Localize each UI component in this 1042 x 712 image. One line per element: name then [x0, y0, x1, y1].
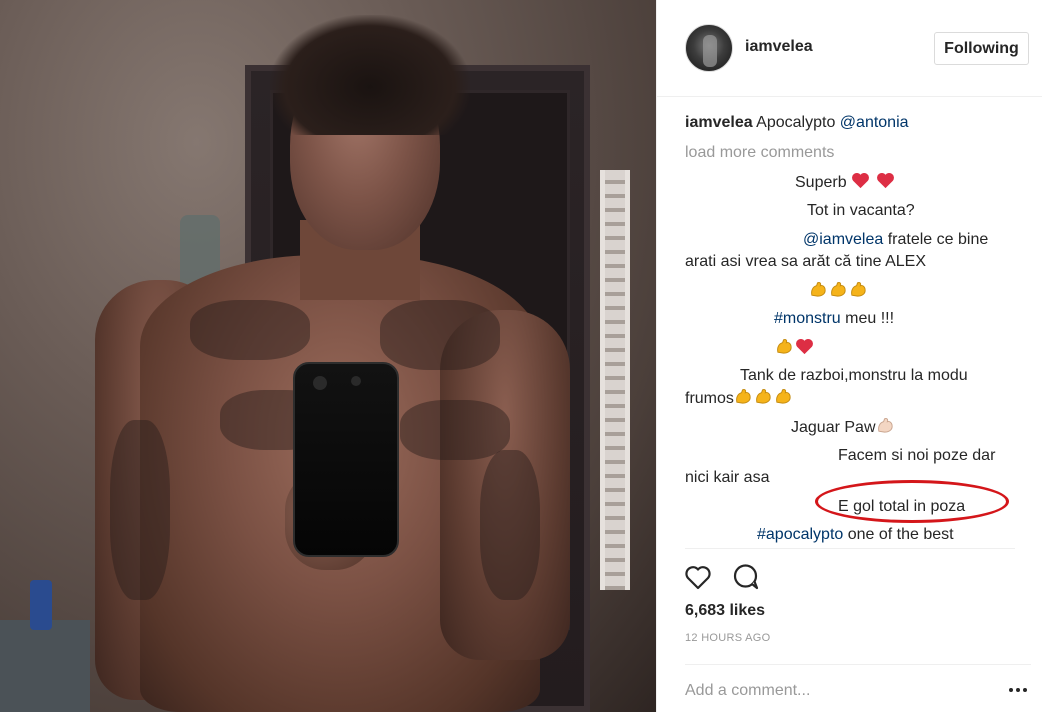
add-comment-input[interactable] [685, 678, 985, 704]
comment-text: Tot in vacanta? [807, 202, 915, 219]
comment-bubble-icon [733, 564, 759, 590]
heart-outline-icon [685, 566, 711, 590]
photo-tattoo [380, 300, 500, 370]
list-item: arati asi vrea sa arăt că tine ALEX [685, 251, 926, 273]
likes-count[interactable]: 6,683 likes [685, 602, 765, 620]
list-item: #monstru meu !!! [774, 308, 894, 330]
like-button[interactable] [683, 562, 713, 592]
flexed-biceps-icon [775, 337, 794, 356]
photo-hair [270, 15, 470, 135]
list-item: Superb [795, 171, 896, 194]
comment-button[interactable] [731, 562, 761, 592]
caption: iamvelea Apocalypto @antonia [685, 112, 909, 134]
post-username[interactable]: iamvelea [745, 38, 813, 56]
list-item: nici kair asa [685, 467, 769, 489]
load-more-comments-link[interactable]: load more comments [685, 142, 834, 164]
comment-text: nici kair asa [685, 469, 770, 486]
list-item: Tank de razboi,monstru la modu [740, 365, 968, 387]
ellipsis-icon [1009, 688, 1013, 692]
list-item [775, 337, 815, 360]
flexed-biceps-icon [829, 280, 848, 299]
photo-tattoo [110, 420, 170, 600]
flexed-biceps-icon [809, 280, 828, 299]
list-item: Facem si noi poze dar [838, 445, 995, 467]
post-photo[interactable] [0, 0, 656, 712]
comment-text: meu !!! [845, 310, 895, 327]
photo-radiator [600, 170, 630, 590]
flexed-biceps-icon [849, 280, 868, 299]
comment-hashtag[interactable]: #monstru [774, 310, 841, 327]
heart-icon [851, 171, 870, 190]
list-item [809, 280, 869, 303]
list-item: @iamvelea fratele ce bine [803, 229, 988, 251]
photo-tattoo [190, 300, 310, 360]
following-button[interactable]: Following [934, 32, 1029, 65]
flexed-biceps-light-icon [876, 416, 895, 435]
photo-tattoo [480, 450, 540, 600]
more-options-button[interactable] [1005, 680, 1031, 700]
post-timestamp[interactable]: 12 HOURS AGO [685, 632, 771, 644]
divider [685, 664, 1031, 665]
flexed-biceps-icon [734, 387, 753, 406]
flexed-biceps-icon [774, 387, 793, 406]
flexed-biceps-icon [754, 387, 773, 406]
comment-text: Tank de razboi,monstru la modu [740, 367, 968, 384]
list-item: frumos [685, 387, 794, 410]
comments-list: iamvelea Apocalypto @antonia load more c… [685, 108, 1030, 548]
caption-mention[interactable]: @antonia [840, 114, 909, 131]
highlight-circle-annotation [815, 480, 1009, 523]
comment-text: Superb [795, 174, 847, 191]
phone-camera-lens [313, 376, 327, 390]
photo-tattoo [400, 400, 510, 460]
comment-mention[interactable]: @iamvelea [803, 231, 883, 248]
photo-bottle [30, 580, 52, 630]
list-item: Jaguar Paw [791, 416, 896, 439]
heart-icon [876, 171, 895, 190]
divider [685, 548, 1015, 549]
comment-text: frumos [685, 390, 734, 407]
comment-text: fratele ce bine [887, 231, 989, 248]
photo-sink [0, 620, 90, 712]
comment-text: one of the best [847, 526, 954, 543]
caption-username[interactable]: iamvelea [685, 114, 753, 131]
post-sidebar: iamvelea Following iamvelea Apocalypto @… [656, 0, 1042, 712]
comment-text: arati asi vrea sa arăt că tine ALEX [685, 253, 927, 270]
list-item: Tot in vacanta? [807, 200, 915, 222]
comment-text: Facem si noi poze dar [838, 447, 996, 464]
caption-text: Apocalypto [756, 114, 836, 131]
post-header: iamvelea Following [657, 0, 1042, 97]
comment-text: Jaguar Paw [791, 419, 876, 436]
avatar[interactable] [685, 24, 733, 72]
photo-smartphone [293, 362, 399, 557]
comment-hashtag[interactable]: #apocalypto [757, 526, 843, 543]
heart-icon [795, 337, 814, 356]
phone-camera-flash [351, 376, 361, 386]
list-item: #apocalypto one of the best [757, 524, 954, 546]
